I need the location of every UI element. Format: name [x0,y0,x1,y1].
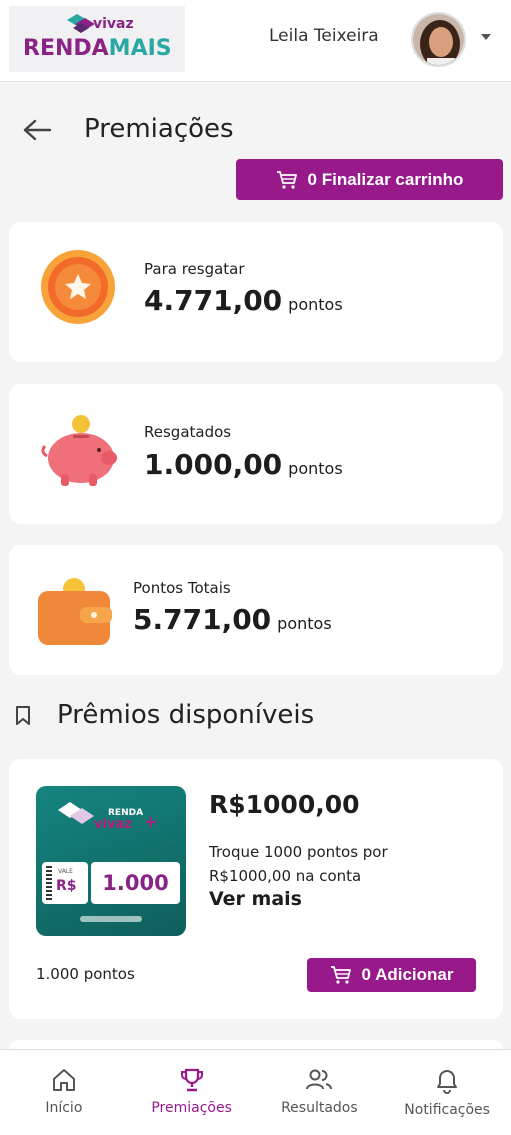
app-header: vivaz RENDAMAIS Leila Teixeira [0,0,511,82]
voucher-vale-text: VALE [58,868,73,875]
people-icon [306,1069,333,1090]
user-menu-chevron-down-icon[interactable] [481,34,491,40]
prize-voucher-image[interactable]: RENDA vivaz + VALE R$ 1.000 [36,786,186,936]
stat-unit: pontos [277,614,332,633]
avatar-photo [413,14,464,65]
nav-label: Notificações [404,1102,490,1118]
stat-value: 4.771,00 pontos [144,284,343,317]
logo-mais-text: MAIS [108,36,172,61]
stat-label: Pontos Totais [133,579,231,597]
user-name[interactable]: Leila Teixeira [269,26,379,46]
wallet-icon [38,578,112,645]
finalize-cart-button[interactable]: 0 Finalizar carrinho [236,159,503,200]
stat-number: 5.771,00 [133,603,272,636]
voucher-plus-icon: + [144,812,158,831]
voucher-amount-text: 1.000 [102,871,169,895]
voucher-currency-text: R$ [56,878,77,894]
add-to-cart-button[interactable]: 0 Adicionar [307,958,476,992]
stat-unit: pontos [288,459,343,478]
coin-icon [41,250,115,324]
nav-label: Resultados [281,1100,358,1116]
nav-item-notificacoes[interactable]: Notificações [383,1050,511,1135]
voucher-logo-icon [58,802,94,824]
logo-vivaz-text: vivaz [93,16,134,32]
voucher-barcode [46,866,52,900]
bottom-nav: Início Premiações Resultados Notificaçõe… [0,1049,511,1135]
cart-icon [330,966,351,984]
finalize-cart-label: 0 Finalizar carrinho [307,169,464,189]
logo-diamond-icon [67,14,95,33]
prize-points: 1.000 pontos [36,965,135,983]
nav-item-resultados[interactable]: Resultados [256,1050,384,1135]
stat-number: 4.771,00 [144,284,283,317]
voucher-stub: VALE R$ [42,862,88,904]
stat-unit: pontos [288,295,343,314]
cart-icon [276,170,297,189]
nav-label: Início [45,1100,83,1116]
stat-number: 1.000,00 [144,448,283,481]
total-points-card: Pontos Totais 5.771,00 pontos [9,545,503,675]
stat-value: 1.000,00 pontos [144,448,343,481]
logo-wordmark: RENDAMAIS [23,36,172,61]
stat-value: 5.771,00 pontos [133,603,332,636]
voucher-amount-box: 1.000 [91,862,180,904]
prize-card: RENDA vivaz + VALE R$ 1.000 R$1000,00 Tr… [9,759,503,1019]
voucher-footer-logos [80,916,142,922]
stat-label: Para resgatar [144,260,245,278]
bell-icon [437,1070,458,1094]
nav-item-premiacoes[interactable]: Premiações [128,1050,256,1135]
renda-mais-logo[interactable]: vivaz RENDAMAIS [9,6,185,72]
voucher-vivaz-text: vivaz [94,817,132,832]
prize-title: R$1000,00 [209,790,360,819]
nav-item-inicio[interactable]: Início [0,1050,128,1135]
points-to-redeem-card: Para resgatar 4.771,00 pontos [9,222,503,362]
bookmark-icon [16,706,30,725]
trophy-icon [180,1068,203,1092]
page-title: Premiações [84,114,234,144]
see-more-link[interactable]: Ver mais [209,888,302,910]
section-title: Prêmios disponíveis [57,700,315,730]
nav-label: Premiações [151,1100,232,1116]
logo-renda-text: RENDA [23,36,109,61]
back-arrow-icon[interactable] [22,118,52,142]
redeemed-points-card: Resgatados 1.000,00 pontos [9,384,503,524]
stat-label: Resgatados [144,423,232,441]
piggy-bank-icon [41,415,117,486]
avatar[interactable] [411,12,466,67]
prize-description: Troque 1000 pontos por R$1000,00 na cont… [209,843,388,885]
home-icon [52,1069,75,1091]
add-to-cart-label: 0 Adicionar [361,965,454,984]
